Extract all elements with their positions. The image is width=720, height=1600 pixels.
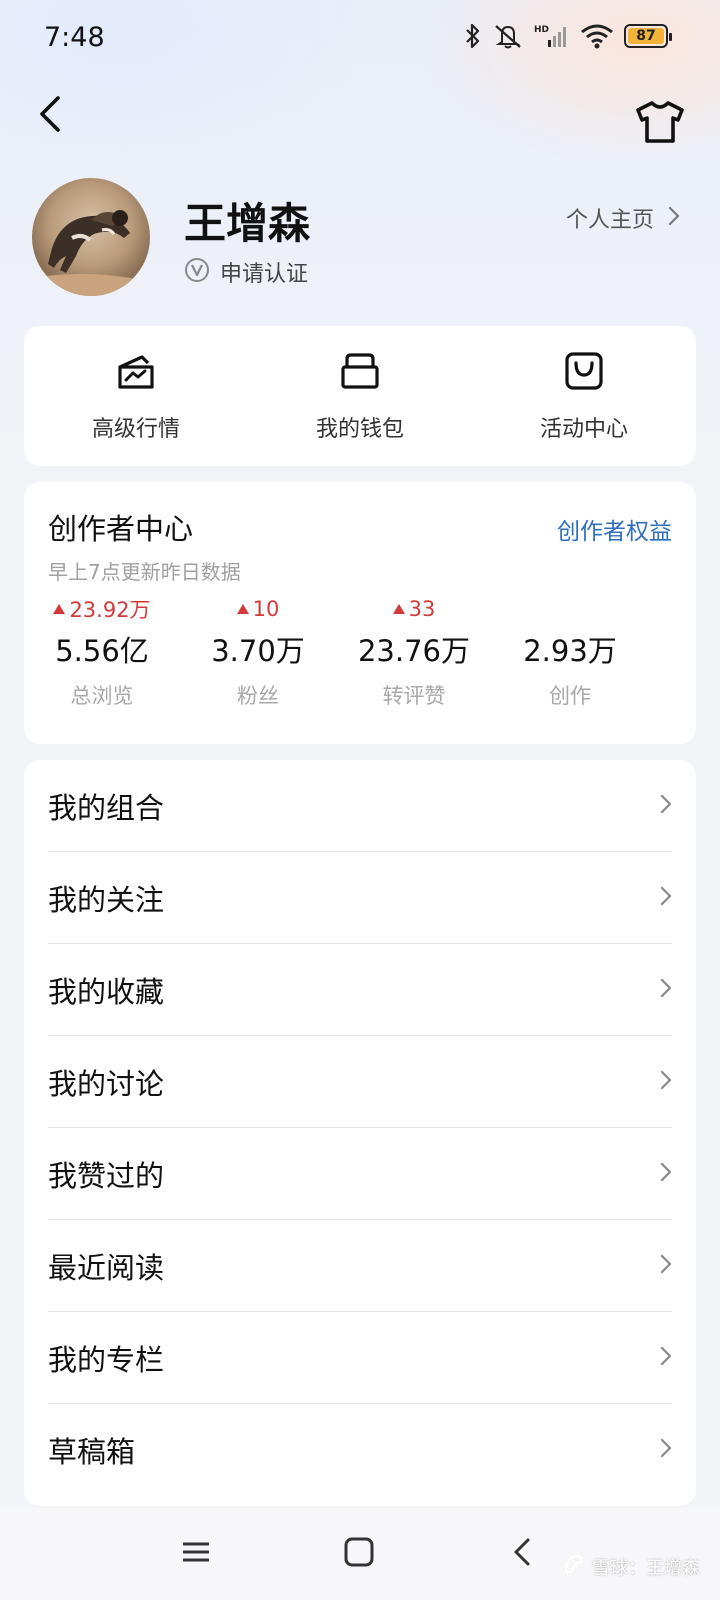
- quick-action-wallet[interactable]: 我的钱包: [260, 349, 460, 443]
- status-icons: HD 87: [464, 22, 672, 50]
- verify-button[interactable]: 申请认证: [184, 256, 308, 288]
- market-icon: [114, 349, 158, 397]
- stat-value: 5.56亿: [55, 634, 149, 668]
- stat-delta: 23.92万: [53, 594, 151, 624]
- back-chevron-icon[interactable]: [508, 1536, 540, 1572]
- watermark-text: 雪球：王增森: [592, 1557, 700, 1579]
- profile-name: 王增森: [184, 199, 311, 248]
- bluetooth-icon: [464, 22, 482, 50]
- stat-engagement[interactable]: 33 23.76万 转评赞: [336, 594, 492, 710]
- menu-item-following[interactable]: 我的关注: [48, 852, 672, 944]
- increase-triangle-icon: [392, 604, 405, 614]
- stat-label: 粉丝: [237, 684, 279, 708]
- menu-item-label: 草稿箱: [48, 1435, 136, 1469]
- creator-center-title[interactable]: 创作者中心: [48, 506, 193, 548]
- menu-card: 我的组合 我的关注 我的收藏 我的讨论 我赞过的 最近阅读 我的专栏 草稿箱: [24, 760, 696, 1506]
- increase-triangle-icon: [53, 604, 66, 614]
- tshirt-icon[interactable]: [634, 98, 686, 146]
- menu-item-discussions[interactable]: 我的讨论: [48, 1036, 672, 1128]
- stat-label: 创作: [549, 684, 591, 708]
- menu-item-label: 我的讨论: [48, 1066, 165, 1101]
- menu-item-favorites[interactable]: 我的收藏: [48, 944, 672, 1036]
- mute-icon: [492, 22, 524, 50]
- quick-action-label: 我的钱包: [315, 417, 404, 442]
- homepage-label: 个人主页: [565, 208, 654, 233]
- stat-label: 转评赞: [382, 684, 446, 708]
- stat-label: 总浏览: [70, 684, 134, 708]
- quick-action-market[interactable]: 高级行情: [36, 349, 236, 443]
- avatar[interactable]: [32, 178, 150, 296]
- verify-label: 申请认证: [220, 262, 309, 287]
- hd-signal-icon: HD: [534, 22, 570, 50]
- home-square-icon[interactable]: [343, 1536, 375, 1572]
- menu-item-recent-reading[interactable]: 最近阅读: [48, 1220, 672, 1312]
- stat-value: 23.76万: [357, 634, 471, 668]
- menu-item-portfolio[interactable]: 我的组合: [48, 760, 672, 852]
- menu-item-drafts[interactable]: 草稿箱: [48, 1404, 672, 1496]
- chevron-right-icon: [660, 1070, 672, 1094]
- chevron-right-icon: [660, 1162, 672, 1186]
- menu-item-label: 我的专栏: [48, 1342, 165, 1377]
- menu-item-label: 我的关注: [48, 882, 165, 917]
- battery-level: 87: [628, 28, 664, 44]
- menu-item-liked[interactable]: 我赞过的: [48, 1128, 672, 1220]
- chevron-right-icon: [660, 1254, 672, 1278]
- menu-item-label: 我的收藏: [48, 974, 165, 1009]
- quick-action-label: 高级行情: [91, 417, 180, 442]
- back-arrow-icon[interactable]: [30, 92, 74, 136]
- creator-update-note: 早上7点更新昨日数据: [48, 560, 241, 584]
- status-bar: 7:48 HD 87: [0, 0, 720, 78]
- quick-action-activity[interactable]: 活动中心: [484, 349, 684, 443]
- wifi-icon: [580, 22, 614, 50]
- creator-stats: 23.92万 5.56亿 总浏览 10 3.70万 粉丝 33 23.76万 转…: [24, 594, 696, 710]
- menu-item-column[interactable]: 我的专栏: [48, 1312, 672, 1404]
- stat-delta: 33: [392, 594, 435, 624]
- activity-icon: [562, 349, 606, 397]
- chevron-right-icon: [660, 886, 672, 910]
- chevron-right-icon: [660, 794, 672, 818]
- stat-followers[interactable]: 10 3.70万 粉丝: [180, 594, 336, 710]
- creator-rights-link[interactable]: 创作者权益: [557, 512, 672, 546]
- stat-creations[interactable]: 2.93万 创作: [492, 594, 648, 710]
- chevron-right-icon: [660, 1438, 672, 1462]
- wallet-icon: [338, 349, 382, 397]
- quick-action-label: 活动中心: [539, 417, 628, 442]
- stat-total-views[interactable]: 23.92万 5.56亿 总浏览: [24, 594, 180, 710]
- menu-icon[interactable]: [180, 1536, 212, 1572]
- quick-actions-card: 高级行情 我的钱包 活动中心: [24, 326, 696, 466]
- increase-triangle-icon: [236, 604, 249, 614]
- svg-text:HD: HD: [534, 25, 549, 35]
- menu-item-label: 我的组合: [48, 790, 165, 825]
- snowball-logo-icon: [562, 1552, 586, 1581]
- stat-value: 3.70万: [211, 634, 305, 668]
- menu-item-label: 我赞过的: [48, 1158, 165, 1193]
- watermark: 雪球：王增森: [562, 1552, 700, 1581]
- stat-delta: 10: [236, 594, 279, 624]
- status-time: 7:48: [44, 22, 105, 53]
- creator-center-card: 创作者中心 创作者权益 早上7点更新昨日数据 23.92万 5.56亿 总浏览 …: [24, 482, 696, 744]
- chevron-right-icon: [660, 978, 672, 1002]
- homepage-link[interactable]: 个人主页: [566, 202, 680, 234]
- verify-icon: [184, 257, 210, 287]
- menu-item-label: 最近阅读: [48, 1250, 165, 1285]
- battery-icon: 87: [624, 24, 672, 48]
- chevron-right-icon: [668, 206, 680, 230]
- stat-value: 2.93万: [523, 634, 617, 668]
- chevron-right-icon: [660, 1346, 672, 1370]
